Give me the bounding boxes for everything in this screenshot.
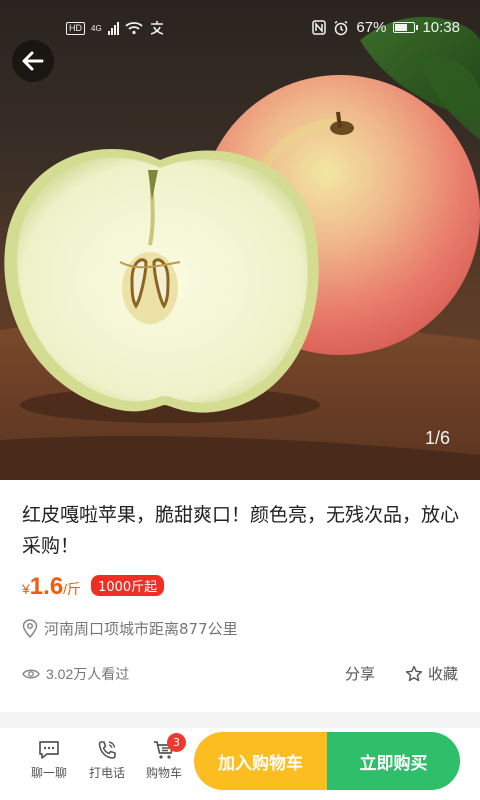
cart-label: 购物车: [145, 766, 182, 780]
price-currency: ¥: [22, 581, 30, 597]
price-unit: /斤: [63, 581, 82, 597]
status-bar-left: HD 4G: [66, 20, 165, 36]
favorite-label: 收藏: [427, 665, 458, 683]
cart-count-badge: 3: [167, 733, 186, 752]
status-bar: HD 4G 67% 10:38: [0, 0, 480, 56]
views-count: 3.02万人看过: [22, 664, 315, 684]
min-order-badge: 1000斤起: [91, 575, 165, 596]
star-icon: [405, 665, 423, 681]
location-pin-icon: [22, 619, 38, 638]
eye-icon: [22, 669, 40, 678]
stats-row: 3.02万人看过 分享 收藏: [22, 663, 458, 684]
chat-label: 聊一聊: [30, 766, 67, 780]
chinese-input-icon: [150, 21, 163, 35]
location-row: 河南周口项城市距离877公里: [22, 618, 238, 639]
battery-percent: 67%: [356, 19, 387, 36]
call-button[interactable]: 打电话: [80, 739, 134, 781]
product-image-gallery[interactable]: [0, 0, 480, 480]
product-title: 红皮嘎啦苹果，脆甜爽口！颜色亮，无残次品，放心采购！: [22, 504, 460, 557]
share-label: 分享: [344, 665, 375, 683]
arrow-left-icon: [22, 51, 44, 71]
status-bar-right: 67% 10:38: [312, 19, 460, 36]
back-button[interactable]: [12, 40, 54, 82]
share-button[interactable]: 分享: [345, 663, 375, 684]
price-value: 1.6: [29, 573, 64, 600]
location-text: 河南周口项城市距离877公里: [44, 620, 238, 638]
chat-icon: [39, 741, 59, 759]
call-label: 打电话: [88, 766, 125, 780]
nfc-icon: [312, 20, 327, 35]
price: ¥1.6/斤: [22, 573, 81, 601]
apple-photo: [0, 16, 480, 480]
phone-icon: [98, 741, 116, 759]
cart-button[interactable]: 购物车 3: [137, 733, 191, 781]
image-counter: 1/6: [424, 428, 450, 448]
chat-button[interactable]: 聊一聊: [22, 739, 76, 781]
section-divider: [0, 712, 480, 728]
alarm-icon: [334, 20, 348, 35]
add-to-cart-button[interactable]: 加入购物车: [194, 732, 327, 790]
product-info: 红皮嘎啦苹果，脆甜爽口！颜色亮，无残次品，放心采购！ ¥1.6/斤 1000斤起…: [0, 480, 480, 712]
favorite-button[interactable]: 收藏: [405, 663, 458, 684]
network-type: 4G: [91, 23, 102, 33]
battery-icon: [393, 22, 419, 33]
wifi-icon: [125, 22, 143, 35]
clock: 10:38: [422, 19, 460, 36]
bottom-action-bar: 聊一聊 打电话 购物车 3 加入购物车 立即购买: [0, 728, 480, 800]
views-text: 3.02万人看过: [46, 665, 130, 682]
buy-now-button[interactable]: 立即购买: [327, 732, 460, 790]
hd-icon: HD: [66, 21, 85, 35]
price-row: ¥1.6/斤 1000斤起: [22, 573, 165, 601]
signal-icon: [107, 21, 119, 35]
